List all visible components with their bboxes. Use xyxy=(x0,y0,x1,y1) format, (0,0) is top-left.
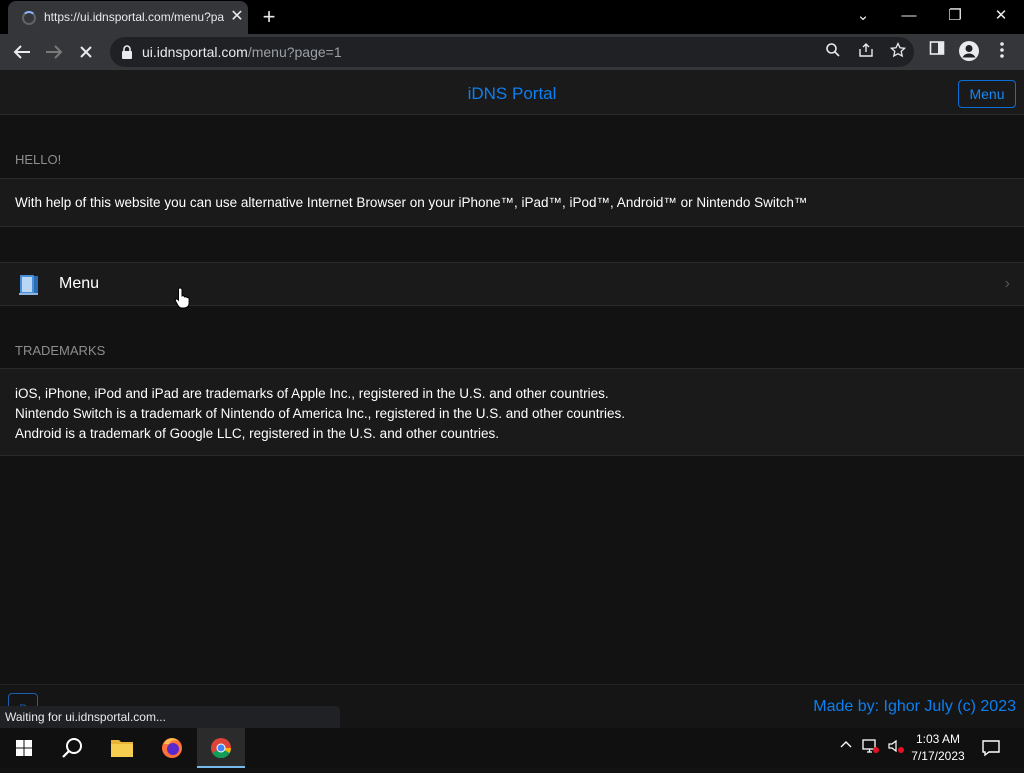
search-icon[interactable] xyxy=(823,42,843,62)
chevron-right-icon: › xyxy=(1004,275,1010,292)
network-icon[interactable] xyxy=(861,738,881,758)
url-path: /menu?page=1 xyxy=(247,44,342,60)
back-arrow-icon[interactable] xyxy=(8,38,36,66)
kebab-menu-icon[interactable] xyxy=(990,40,1014,64)
folder-icon xyxy=(111,740,133,757)
loading-status-bubble: Waiting for ui.idnsportal.com... xyxy=(0,706,340,728)
browser-tab[interactable]: https://ui.idnsportal.com/menu?page=1 ✕ xyxy=(8,1,248,34)
share-icon[interactable] xyxy=(856,42,876,62)
web-page: iDNS Portal Menu HELLO! With help of thi… xyxy=(0,70,1024,728)
trademarks-text: iOS, iPhone, iPod and iPad are trademark… xyxy=(15,384,625,444)
trademark-line-apple: iOS, iPhone, iPod and iPad are trademark… xyxy=(15,386,609,401)
trademarks-card: iOS, iPhone, iPod and iPad are trademark… xyxy=(0,368,1024,456)
chrome-icon xyxy=(211,738,232,759)
notification-center-icon[interactable] xyxy=(980,737,1002,759)
firefox-icon xyxy=(162,738,182,758)
file-explorer-button[interactable] xyxy=(98,728,146,768)
system-clock[interactable]: 1:03 AM 7/17/2023 xyxy=(906,731,970,765)
site-navbar: iDNS Portal Menu xyxy=(0,70,1024,115)
hello-card: With help of this website you can use al… xyxy=(0,178,1024,227)
trademark-line-nintendo: Nintendo Switch is a trademark of Ninten… xyxy=(15,406,626,421)
trademarks-header: TRADEMARKS xyxy=(15,343,106,358)
address-bar[interactable]: ui.idnsportal.com/menu?page=1 xyxy=(110,37,914,67)
hand-cursor-icon xyxy=(174,287,190,309)
hello-text: With help of this website you can use al… xyxy=(15,195,808,210)
made-by-credit: Made by: Ighor July (c) 2023 xyxy=(813,698,1016,715)
windows-logo-icon xyxy=(16,740,32,756)
search-icon xyxy=(62,738,82,758)
menu-list-item-label: Menu xyxy=(59,275,100,292)
tab-strip: https://ui.idnsportal.com/menu?page=1 ✕ … xyxy=(0,0,1024,34)
url-host: ui.idnsportal.com xyxy=(142,44,248,60)
close-window-button[interactable]: ✕ xyxy=(987,4,1015,28)
bookmark-star-icon[interactable] xyxy=(888,41,908,62)
site-brand[interactable]: iDNS Portal xyxy=(0,84,1024,104)
trademark-line-android: Android is a trademark of Google LLC, re… xyxy=(15,426,500,441)
book-icon xyxy=(19,275,38,295)
volume-muted-icon[interactable] xyxy=(886,738,906,758)
windows-taskbar: 1:03 AM 7/17/2023 xyxy=(0,728,1024,768)
clock-time: 1:03 AM xyxy=(915,732,961,746)
tab-search-dropdown-icon[interactable]: ⌄ xyxy=(849,4,877,28)
tray-overflow-chevron-icon[interactable] xyxy=(836,738,856,758)
url-text[interactable]: ui.idnsportal.com/menu?page=1 xyxy=(142,44,342,60)
lock-icon[interactable] xyxy=(120,44,134,60)
minimize-button[interactable]: — xyxy=(895,4,923,28)
hello-header: HELLO! xyxy=(15,152,62,167)
side-panel-icon[interactable] xyxy=(925,40,949,64)
new-tab-button[interactable]: + xyxy=(258,6,280,28)
tab-close-icon[interactable]: ✕ xyxy=(228,8,246,26)
menu-button[interactable]: Menu xyxy=(958,80,1016,108)
chrome-button[interactable] xyxy=(197,728,245,768)
profile-avatar-icon[interactable] xyxy=(957,40,981,64)
start-button[interactable] xyxy=(0,728,48,768)
loading-spinner-icon xyxy=(22,11,36,25)
tab-title: https://ui.idnsportal.com/menu?page=1 xyxy=(44,10,224,24)
menu-list-item[interactable]: Menu › xyxy=(0,262,1024,306)
firefox-button[interactable] xyxy=(148,728,196,768)
restore-button[interactable]: ❐ xyxy=(941,4,969,28)
search-taskbar-button[interactable] xyxy=(48,728,96,768)
stop-loading-icon[interactable] xyxy=(72,38,100,66)
browser-toolbar: ui.idnsportal.com/menu?page=1 xyxy=(0,34,1024,70)
clock-date: 7/17/2023 xyxy=(911,749,965,763)
forward-arrow-icon[interactable] xyxy=(40,38,68,66)
